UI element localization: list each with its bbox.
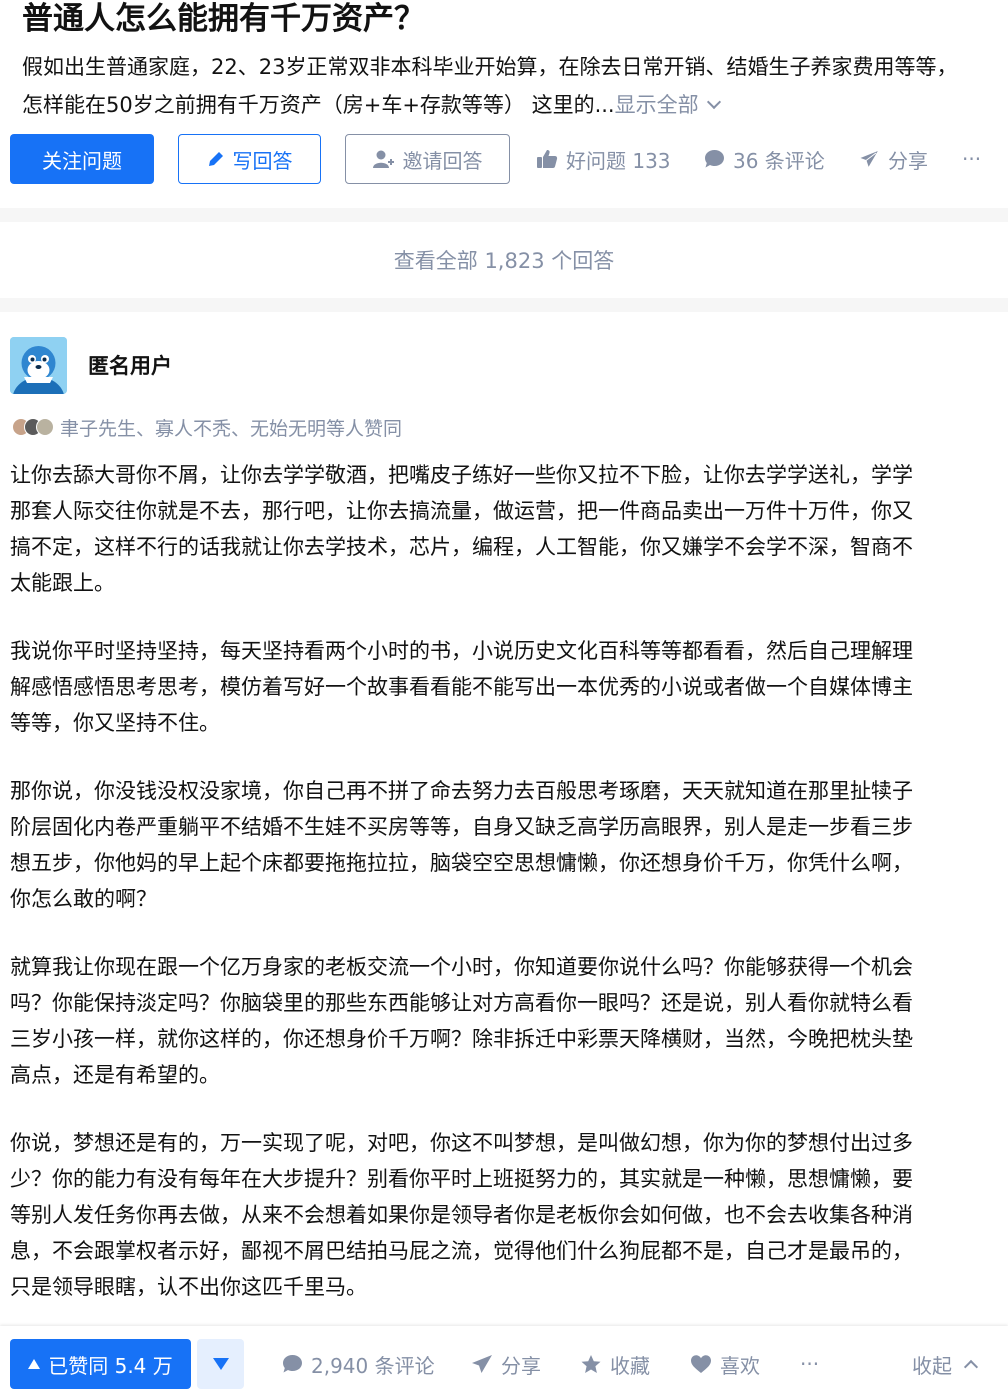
invite-answer-button[interactable]: 邀请回答 [345, 134, 510, 184]
avatar[interactable] [10, 337, 67, 394]
voter-avatar [36, 418, 54, 436]
voters-text: 聿子先生、寡人不秃、无始无明等人赞同 [60, 417, 403, 440]
answer-content: 让你去舔大哥你不屑，让你去学学敬酒，把嘴皮子练好一些你又拉不下脸，让你去学学送礼… [10, 457, 1000, 1337]
answer-line: 吗？你能保持淡定吗？你脑袋里的那些东西能够让对方高看你一眼吗？还是说，别人看你就… [10, 991, 913, 1015]
follow-label: 关注问题 [42, 148, 122, 173]
answer-line: 我说你平时坚持坚持，每天坚持看两个小时的书，小说历史文化百科等等都看看，然后自己… [10, 639, 913, 663]
answer-line: 等等，你又坚持不住。 [10, 711, 220, 735]
thumbs-up-icon [536, 149, 558, 169]
answer-line: 高点，还是有希望的。 [10, 1063, 220, 1087]
share-icon [858, 149, 880, 169]
write-answer-button[interactable]: 写回答 [178, 134, 321, 184]
answer-line: 搞不定，这样不行的话我就让你去学技术，芯片，编程，人工智能，你又嫌学不会学不深，… [10, 535, 913, 559]
heart-icon [690, 1354, 712, 1374]
excerpt-text: 怎样能在50岁之前拥有千万资产（房+车+存款等等） 这里的... [22, 93, 615, 117]
question-card: 普通人怎么能拥有千万资产？ 假如出生普通家庭，22、23岁正常双非本科毕业开始算… [0, 0, 1008, 208]
comments-button[interactable]: 36 条评论 [704, 134, 825, 184]
comments-label: 36 条评论 [733, 148, 825, 173]
excerpt-line-2: 怎样能在50岁之前拥有千万资产（房+车+存款等等） 这里的...显示全部 [22, 86, 1008, 124]
add-user-icon [372, 149, 395, 169]
answer-line: 那套人际交往你就是不去，那行吧，让你去搞流量，做运营，把一件商品卖出一万件十万件… [10, 499, 913, 523]
answer-line: 你说，梦想还是有的，万一实现了呢，对吧，你这不叫梦想，是叫做幻想，你为你的梦想付… [10, 1131, 913, 1155]
collapse-button[interactable]: 收起 [912, 1339, 979, 1389]
downvote-button[interactable] [197, 1339, 244, 1389]
view-all-label: 查看全部 1,823 个回答 [393, 249, 615, 273]
follow-question-button[interactable]: 关注问题 [10, 134, 154, 184]
show-all-link[interactable]: 显示全部 [614, 93, 721, 117]
show-all-label: 显示全部 [614, 93, 699, 117]
answer-share-label: 分享 [501, 1353, 541, 1378]
answer-line: 让你去舔大哥你不屑，让你去学学敬酒，把嘴皮子练好一些你又拉不下脸，让你去学学送礼… [10, 463, 913, 487]
comment-icon [704, 149, 725, 169]
answer-paragraph: 让你去舔大哥你不屑，让你去学学敬酒，把嘴皮子练好一些你又拉不下脸，让你去学学送礼… [10, 457, 1000, 601]
share-button[interactable]: 分享 [858, 134, 928, 184]
invite-label: 邀请回答 [402, 148, 483, 173]
voters-summary: 聿子先生、寡人不秃、无始无明等人赞同 [12, 412, 402, 442]
upvote-label: 已赞同 5.4 万 [48, 1353, 173, 1378]
question-actions: 关注问题 写回答 邀请回答 好问题 133 36 条评论 分享 ··· [0, 134, 1008, 184]
answer-line: 想五步，你他妈的早上起个床都要拖拖拉拉，脑袋空空思想慵懒，你还想身价千万，你凭什… [10, 851, 913, 875]
collect-button[interactable]: 收藏 [580, 1339, 650, 1389]
author-name[interactable]: 匿名用户 [88, 350, 172, 380]
triangle-up-icon [28, 1359, 41, 1369]
answer-line: 阶层固化内卷严重躺平不结婚不生娃不买房等等，自身又缺乏高学历高眼界，别人是走一步… [10, 815, 913, 839]
upvote-button[interactable]: 已赞同 5.4 万 [10, 1339, 191, 1389]
answer-paragraph: 那你说，你没钱没权没家境，你自己再不拼了命去努力去百般思考琢磨，天天就知道在那里… [10, 773, 1000, 917]
answer-share-button[interactable]: 分享 [471, 1339, 541, 1389]
more-label: ··· [962, 147, 982, 171]
answer-line: 太能跟上。 [10, 571, 115, 595]
answer-line: 那你说，你没钱没权没家境，你自己再不拼了命去努力去百般思考琢磨，天天就知道在那里… [10, 779, 913, 803]
like-label: 喜欢 [720, 1353, 760, 1378]
answer-line: 少？你的能力有没有每年在大步提升？别看你平时上班挺努力的，其实就是一种懒，思想慵… [10, 1167, 913, 1191]
answer-line: 等别人发任务你再去做，从来不会想着如果你是领导者你是老板你会如何做，也不会去收集… [10, 1203, 913, 1227]
answer-more-button[interactable]: ··· [800, 1339, 819, 1389]
answer-line: 解感悟感悟思考思考，模仿着写好一个故事看看能不能写出一本优秀的小说或者做一个自媒… [10, 675, 913, 699]
answer-line: 你怎么敢的啊？ [10, 887, 157, 911]
share-icon [471, 1354, 493, 1374]
answer-paragraph: 就算我让你现在跟一个亿万身家的老板交流一个小时，你知道要你说什么吗？你能够获得一… [10, 949, 1000, 1093]
answer-action-bar: 已赞同 5.4 万 2,940 条评论 分享 收藏 喜欢 ··· 收起 [0, 1326, 1008, 1398]
more-button[interactable]: ··· [962, 134, 981, 184]
voter-avatars [12, 418, 54, 436]
like-button[interactable]: 喜欢 [690, 1339, 760, 1389]
pencil-icon [207, 150, 225, 168]
good-question-label: 好问题 133 [566, 148, 671, 173]
collapse-label: 收起 [912, 1353, 952, 1378]
write-label: 写回答 [232, 148, 293, 173]
question-title[interactable]: 普通人怎么能拥有千万资产？ [22, 0, 425, 41]
chevron-down-icon [706, 94, 721, 110]
triangle-down-icon [212, 1358, 229, 1370]
answer-line: 只是领导眼瞎，认不出你这匹千里马。 [10, 1275, 367, 1299]
star-icon [580, 1354, 602, 1375]
answer-line: 就算我让你现在跟一个亿万身家的老板交流一个小时，你知道要你说什么吗？你能够获得一… [10, 955, 913, 979]
comment-icon [282, 1354, 303, 1374]
view-all-answers-link[interactable]: 查看全部 1,823 个回答 [0, 222, 1008, 298]
answer-comments-button[interactable]: 2,940 条评论 [282, 1339, 435, 1389]
answer-line: 三岁小孩一样，就你这样的，你还想身价千万啊？除非拆迁中彩票天降横财，当然，今晚把… [10, 1027, 913, 1051]
answer-card: 匿名用户 聿子先生、寡人不秃、无始无明等人赞同 让你去舔大哥你不屑，让你去学学敬… [0, 312, 1008, 1398]
chevron-up-icon [963, 1359, 979, 1375]
answer-line: 息，不会跟掌权者示好，鄙视不屑巴结拍马屁之流，觉得他们什么狗屁都不是，自己才是最… [10, 1239, 913, 1263]
question-excerpt: 假如出生普通家庭，22、23岁正常双非本科毕业开始算，在除去日常开销、结婚生子养… [22, 48, 1008, 124]
answer-paragraph: 我说你平时坚持坚持，每天坚持看两个小时的书，小说历史文化百科等等都看看，然后自己… [10, 633, 1000, 741]
good-question-button[interactable]: 好问题 133 [536, 134, 671, 184]
excerpt-line: 假如出生普通家庭，22、23岁正常双非本科毕业开始算，在除去日常开销、结婚生子养… [22, 55, 958, 79]
collect-label: 收藏 [610, 1353, 650, 1378]
answer-comments-label: 2,940 条评论 [311, 1353, 435, 1378]
answer-paragraph: 你说，梦想还是有的，万一实现了呢，对吧，你这不叫梦想，是叫做幻想，你为你的梦想付… [10, 1125, 1000, 1305]
answer-more-label: ··· [800, 1352, 820, 1376]
share-label: 分享 [888, 148, 928, 173]
